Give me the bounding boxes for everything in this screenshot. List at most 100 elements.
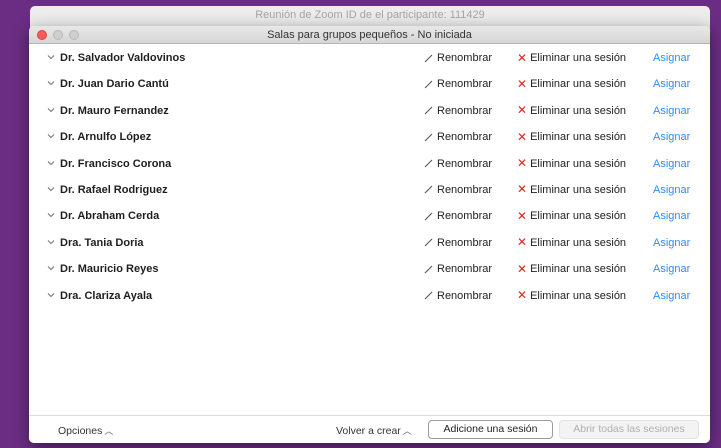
delete-x-icon: ✕ [517,288,528,303]
pencil-icon [424,54,433,62]
chevron-up-icon: ︿ [402,426,412,436]
open-all-sessions-button[interactable]: Abrir todas las sesiones [559,420,699,439]
title-bar: Salas para grupos pequeños - No iniciada [29,26,710,44]
room-row: Dra. Clariza Ayala Renombrar ✕ Eliminar … [29,283,710,309]
delete-label: Eliminar una sesión [530,131,627,144]
room-name: Dr. Mauricio Reyes [60,263,159,276]
room-list: Dr. Salvador Valdovinos Renombrar ✕ Elim… [29,45,710,309]
rename-label: Renombrar [437,131,493,144]
chevron-down-icon[interactable] [46,158,56,168]
pencil-icon [424,80,433,89]
room-row: Dr. Mauricio Reyes Renombrar ✕ Eliminar … [29,256,710,282]
room-name: Dr. Rafael Rodriguez [60,183,168,196]
delete-session-button[interactable]: ✕ Eliminar una sesión [517,182,626,197]
rename-button[interactable]: Renombrar [423,237,492,249]
assign-link[interactable]: Asignar [653,237,690,249]
assign-link[interactable]: Asignar [653,290,690,302]
room-name: Dr. Juan Dario Cantú [60,78,169,91]
delete-x-icon: ✕ [517,156,528,171]
options-label: Opciones [58,425,103,437]
room-row: Dr. Salvador Valdovinos Renombrar ✕ Elim… [29,45,710,71]
assign-link[interactable]: Asignar [653,263,690,275]
options-button[interactable]: Opciones ︿ [58,424,113,437]
chevron-down-icon[interactable] [46,290,56,300]
delete-label: Eliminar una sesión [530,104,627,117]
delete-session-button[interactable]: ✕ Eliminar una sesión [517,235,627,250]
room-row: Dr. Francisco Corona Renombrar ✕ Elimina… [29,151,710,177]
room-row: Dr. Arnulfo López Renombrar ✕ Eliminar u… [29,124,710,150]
add-session-button[interactable]: Adicione una sesión [428,420,553,439]
delete-session-button[interactable]: ✕ Eliminar una sesión [517,156,627,171]
pencil-icon [424,133,433,142]
background-window-title: Reunión de Zoom ID de el participante: 1… [255,9,485,21]
delete-x-icon: ✕ [517,50,528,65]
assign-link[interactable]: Asignar [653,105,690,117]
chevron-down-icon[interactable] [46,263,56,273]
rename-button[interactable]: Renombrar [423,158,492,170]
rename-label: Renombrar [437,157,493,170]
rename-button[interactable]: Renombrar [423,263,492,275]
room-row: Dra. Tania Doria Renombrar ✕ Eliminar un… [29,230,710,256]
rename-button[interactable]: Renombrar [423,210,492,222]
delete-session-button[interactable]: ✕ Eliminar una sesión [517,288,626,303]
delete-label: Eliminar una sesión [530,210,627,223]
chevron-down-icon[interactable] [46,184,56,194]
pencil-icon [424,186,433,194]
rename-label: Renombrar [437,236,493,249]
rename-label: Renombrar [437,210,493,223]
rename-button[interactable]: Renombrar [423,131,492,143]
rename-button[interactable]: Renombrar [423,184,492,196]
pencil-icon [424,291,433,300]
assign-link[interactable]: Asignar [653,131,690,143]
delete-session-button[interactable]: ✕ Eliminar una sesión [517,261,627,276]
assign-link[interactable]: Asignar [653,52,690,64]
rename-button[interactable]: Renombrar [423,105,492,117]
assign-link[interactable]: Asignar [653,78,690,90]
delete-x-icon: ✕ [517,208,528,223]
recreate-label: Volver a crear [336,425,401,437]
room-row: Dr. Juan Dario Cantú Renombrar ✕ Elimina… [29,71,710,97]
room-name: Dra. Tania Doria [60,236,144,249]
delete-x-icon: ✕ [517,129,528,144]
breakout-rooms-window: Salas para grupos pequeños - No iniciada… [29,26,710,443]
rename-button[interactable]: Renombrar [423,78,492,90]
assign-link[interactable]: Asignar [653,184,690,196]
chevron-down-icon[interactable] [46,78,56,88]
delete-x-icon: ✕ [517,261,528,276]
delete-label: Eliminar una sesión [530,52,627,64]
delete-label: Eliminar una sesión [530,236,627,249]
chevron-down-icon[interactable] [46,52,56,62]
delete-session-button[interactable]: ✕ Eliminar una sesión [517,208,627,223]
recreate-button[interactable]: Volver a crear ︿ [336,424,412,437]
room-row: Dr. Abraham Cerda Renombrar ✕ Eliminar u… [29,203,710,229]
pencil-icon [424,212,433,221]
room-row: Dr. Rafael Rodriguez Renombrar ✕ Elimina… [29,177,710,203]
rename-label: Renombrar [437,104,493,117]
chevron-down-icon[interactable] [46,210,56,220]
assign-link[interactable]: Asignar [653,210,690,222]
delete-x-icon: ✕ [517,235,528,250]
delete-session-button[interactable]: ✕ Eliminar una sesión [517,50,627,65]
chevron-down-icon[interactable] [46,105,56,115]
pencil-icon [424,159,433,168]
delete-label: Eliminar una sesión [530,263,627,276]
room-name: Dr. Abraham Cerda [60,210,160,223]
rename-label: Renombrar [437,183,493,196]
chevron-down-icon[interactable] [46,131,56,141]
delete-label: Eliminar una sesión [530,78,627,91]
delete-session-button[interactable]: ✕ Eliminar una sesión [517,76,627,91]
room-name: Dr. Francisco Corona [60,157,172,170]
rename-label: Renombrar [437,263,493,276]
assign-link[interactable]: Asignar [653,158,690,170]
delete-label: Eliminar una sesión [530,157,627,170]
delete-x-icon: ✕ [517,182,528,197]
room-row: Dr. Mauro Fernandez Renombrar ✕ Eliminar… [29,98,710,124]
delete-x-icon: ✕ [517,76,528,91]
rename-button[interactable]: Renombrar [423,290,492,302]
rename-label: Renombrar [437,52,493,64]
window-title: Salas para grupos pequeños - No iniciada [267,29,472,41]
delete-session-button[interactable]: ✕ Eliminar una sesión [517,129,627,144]
delete-session-button[interactable]: ✕ Eliminar una sesión [517,104,627,117]
chevron-down-icon[interactable] [46,237,56,247]
rename-button[interactable]: Renombrar [423,52,492,64]
